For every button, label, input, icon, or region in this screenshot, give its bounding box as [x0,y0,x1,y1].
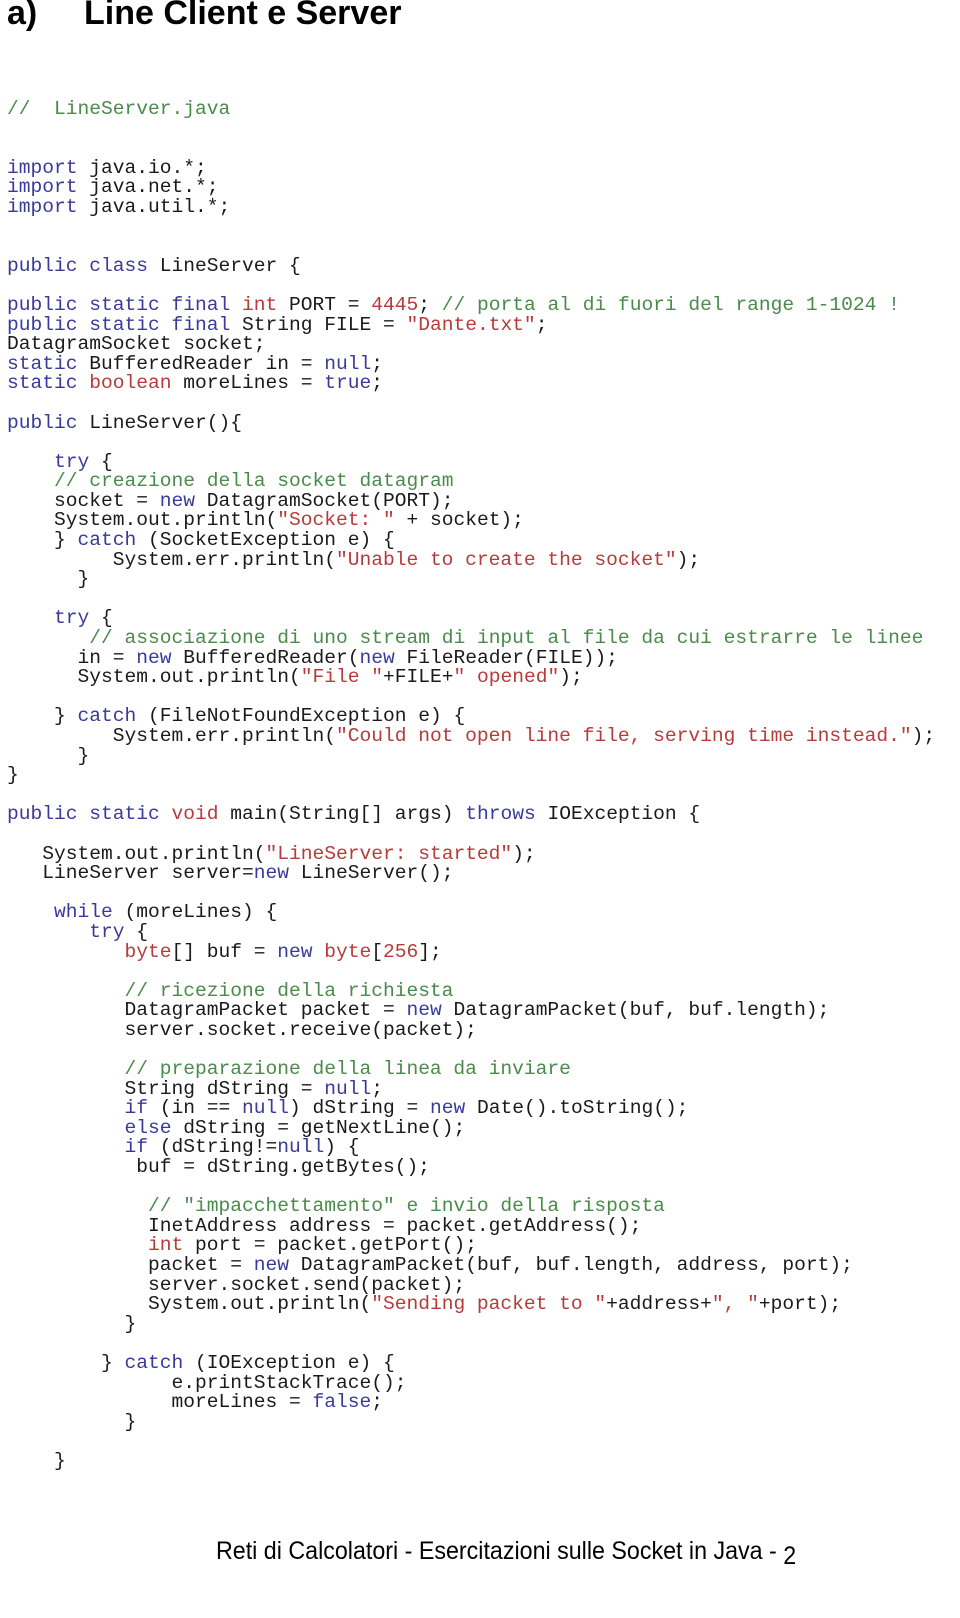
code-keyword: true [324,372,372,395]
code-text: [] buf = [171,940,278,963]
code-line: static boolean moreLines = true; [7,374,935,394]
code-text: [ [371,940,383,963]
code-line: import java.util.*; [7,195,935,218]
code-text: +FILE+ [382,666,454,689]
code-type: byte [124,940,172,963]
code-string: "Could not open line file, serving time … [335,725,912,747]
code-line: public LineServer(){ [7,411,935,434]
code-text: buf = dString.getBytes(); [7,1156,430,1179]
code-text: ]; [418,940,442,963]
code-line: System.err.println("Unable to create the… [7,548,935,571]
code-text: System.out.println( [7,666,301,689]
section-title: Line Client e Server [84,0,402,32]
code-text: ); [559,666,583,689]
page-title: a) Line Client e Server [7,0,401,33]
code-text: } [7,568,90,591]
code-string: "Dante.txt" [406,313,536,336]
code-string: ", " [711,1293,759,1316]
code-text: } [7,764,19,787]
code-keyword: static [7,372,78,395]
code-line: moreLines = false; [7,1391,935,1414]
code-text: LineServer server= [7,862,254,885]
code-text: main(String[] args) [218,803,466,826]
code-text: LineServer(); [288,862,454,885]
code-listing: // LineServer.java import java.io.*; impo… [7,98,936,1472]
code-keyword: public static [7,803,160,826]
code-keyword: false [312,1391,372,1414]
code-line: buf = dString.getBytes(); [7,1156,935,1179]
code-line: } [7,1410,935,1433]
code-text: +port); [758,1293,842,1316]
code-line: } [7,764,935,787]
code-number: 256 [382,940,419,963]
code-type: void [171,803,219,826]
code-comment: // LineServer.java [7,98,231,120]
code-string: "Sending packet to " [371,1293,607,1316]
code-text: } [7,1449,66,1472]
code-string: "Unable to create the socket" [335,548,677,571]
code-line: public static void main(String[] args) t… [7,805,935,825]
code-line: public class LineServer { [7,254,935,277]
code-text: Date().toString(); [465,1097,689,1120]
code-type: byte [324,940,372,963]
code-text: } [7,1312,137,1335]
code-type: boolean [89,372,172,395]
code-line: // LineServer.java [7,98,935,120]
code-text: } [7,744,90,767]
code-keyword: public class [7,254,148,277]
code-string: " opened" [453,666,560,689]
code-text: server.socket.receive(packet); [7,1018,477,1041]
code-line: System.out.println("File "+FILE+" opened… [7,666,935,689]
code-string: "File " [300,666,383,689]
code-text: ); [911,725,936,747]
code-text: } [7,1410,137,1433]
footer-text: Reti di Calcolatori - Esercitazioni sull… [216,1537,784,1565]
page-footer: Reti di Calcolatori - Esercitazioni sull… [216,1537,796,1570]
code-line: server.socket.receive(packet); [7,1018,935,1041]
code-line: System.err.println("Could not open line … [7,725,936,747]
code-line: } [7,568,935,591]
code-line: byte[] buf = new byte[256]; [7,940,935,963]
code-text: ); [512,842,536,865]
code-line: LineServer server=new LineServer(); [7,862,935,885]
section-label: a) [7,0,38,32]
code-text: LineServer { [147,254,301,277]
code-text: ; [371,372,383,395]
code-keyword: new [253,862,289,885]
page-number: 2 [783,1542,797,1570]
code-line: System.out.println("Sending packet to "+… [7,1293,935,1316]
code-text: ); [676,548,701,571]
code-text: java.util.*; [77,195,231,218]
code-text: ; [535,313,548,336]
code-keyword: throws [465,803,536,826]
code-line: } [7,744,935,767]
code-text: moreLines = [171,372,325,395]
code-text: LineServer(){ [77,411,242,434]
code-line: } [7,1312,935,1335]
code-text: + socket); [394,509,524,532]
code-line: } [7,1449,935,1472]
code-text: +address+ [606,1293,712,1316]
code-keyword: import [7,195,78,218]
code-text: IOException { [535,803,701,826]
code-keyword: new [277,940,313,963]
code-text: ; [371,1391,383,1414]
code-text: DatagramPacket(buf, buf.length); [441,999,830,1022]
